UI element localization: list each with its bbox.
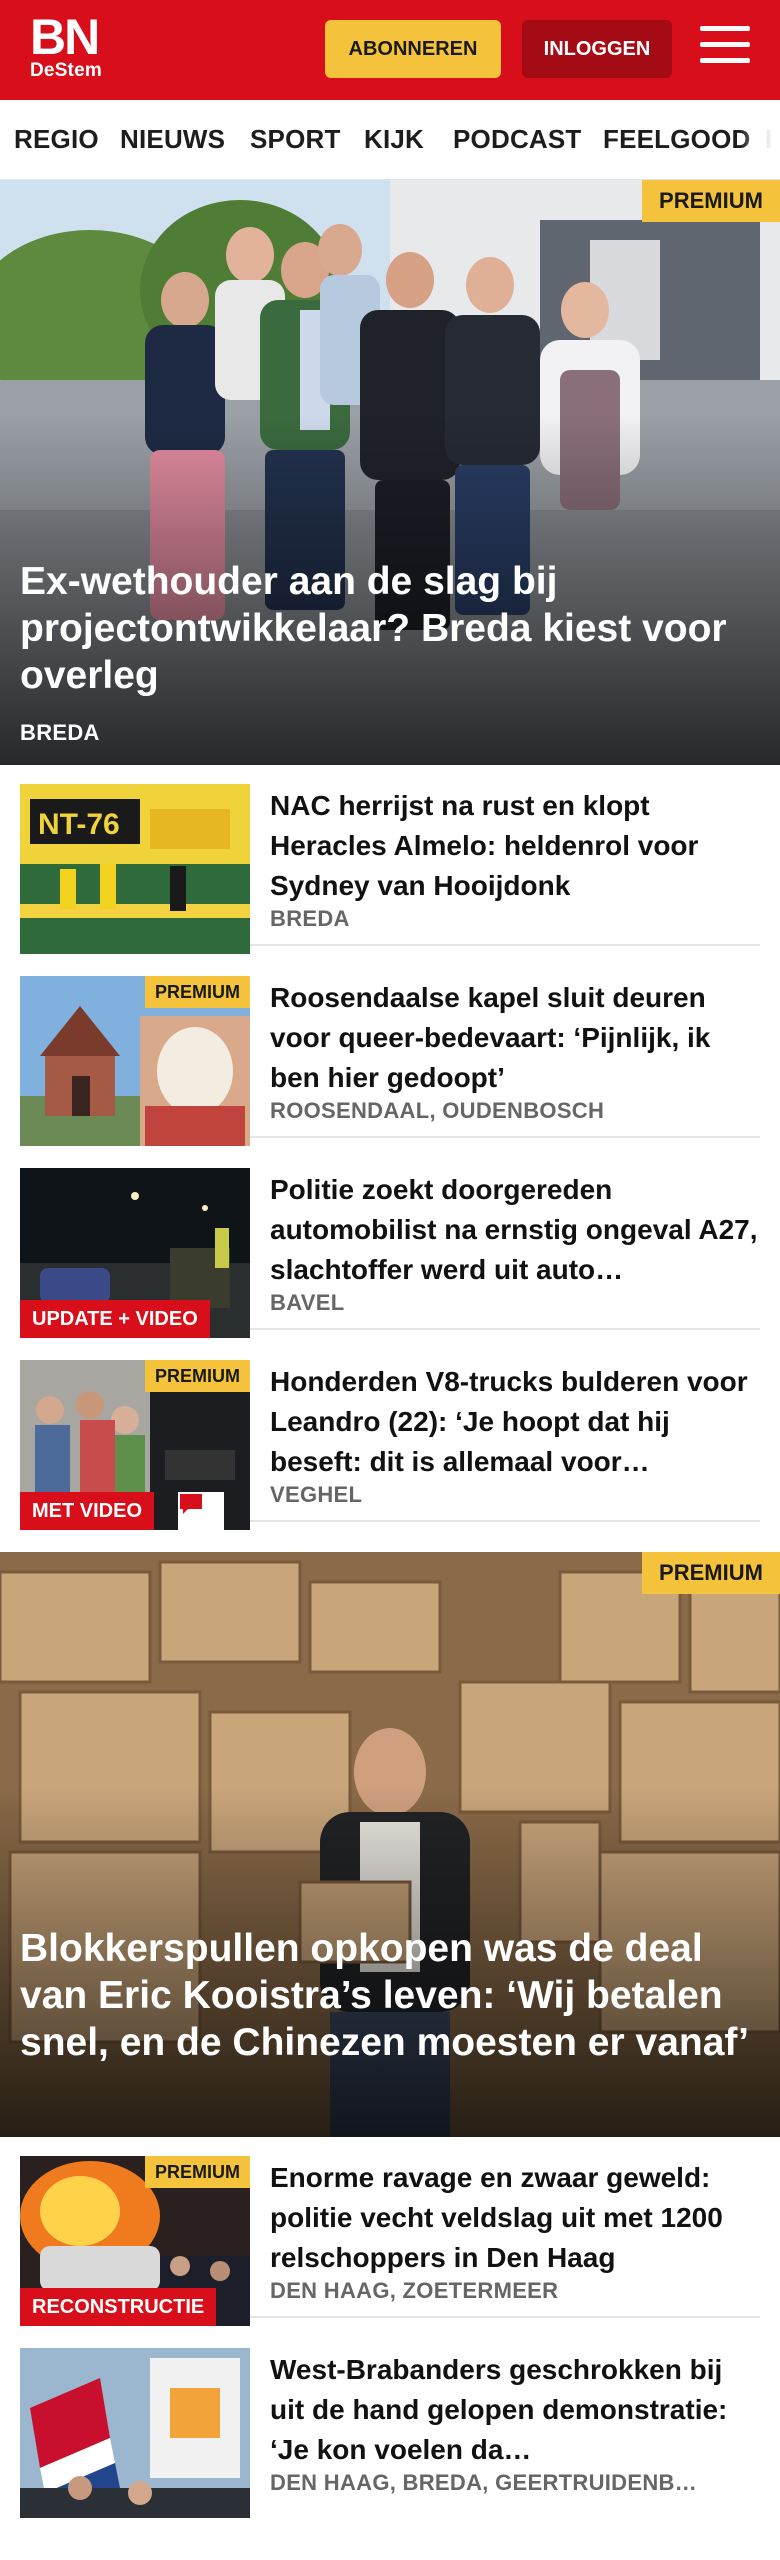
premium-badge: PREMIUM — [642, 180, 780, 222]
article-title[interactable]: Politie zoekt doorgereden automobilist n… — [270, 1170, 760, 1290]
hero-title[interactable]: Blokkerspullen opkopen was de deal van E… — [20, 1925, 756, 2066]
article-title[interactable]: Honderden V8-trucks bulderen voor Leandr… — [270, 1362, 760, 1482]
football-image: NT-76 — [20, 784, 250, 954]
list-item[interactable]: NT-76 NAC herrijst na rust en klopt Hera… — [20, 770, 760, 954]
login-button[interactable]: INLOGGEN — [522, 20, 672, 78]
hero-location: BREDA — [20, 720, 100, 745]
svg-text:NT-76: NT-76 — [38, 808, 120, 841]
article-title[interactable]: NAC herrijst na rust en klopt Heracles A… — [270, 786, 760, 906]
nav-fade — [740, 100, 780, 179]
hero-article-1[interactable]: PREMIUM Ex-wethouder aan de slag bij pro… — [0, 180, 780, 765]
article-thumbnail — [20, 2348, 250, 2518]
article-title[interactable]: Enorme ravage en zwaar geweld: politie v… — [270, 2158, 760, 2278]
section-nav: REGIO NIEUWS SPORT KIJK PODCAST FEELGOOD… — [0, 100, 780, 180]
article-title[interactable]: West-Brabanders geschrokken bij uit de h… — [270, 2350, 760, 2470]
article-location: DEN HAAG, BREDA, GEERTRUIDENB… — [270, 2470, 698, 2495]
reconstruction-label: RECONSTRUCTIE — [20, 2288, 217, 2326]
nav-item-feelgood[interactable]: FEELGOOD — [603, 124, 751, 155]
comment-icon — [178, 1492, 224, 1530]
logo-sub: DeStem — [30, 60, 102, 81]
video-label: UPDATE + VIDEO — [20, 1300, 210, 1338]
article-thumbnail: UPDATE + VIDEO — [20, 1168, 250, 1338]
list-item[interactable]: UPDATE + VIDEO Politie zoekt doorgereden… — [20, 1154, 760, 1338]
premium-badge: PREMIUM — [145, 2156, 250, 2188]
list-item[interactable]: PREMIUM MET VIDEO Honderden V8-trucks bu… — [20, 1346, 760, 1530]
article-title[interactable]: Roosendaalse kapel sluit deuren voor que… — [270, 978, 760, 1098]
list-item[interactable]: West-Brabanders geschrokken bij uit de h… — [20, 2334, 760, 2518]
article-location: BREDA — [270, 906, 350, 931]
subscribe-button[interactable]: ABONNEREN — [325, 20, 501, 78]
article-thumbnail: PREMIUM — [20, 976, 250, 1146]
nav-item-regio[interactable]: REGIO — [14, 124, 99, 155]
premium-badge: PREMIUM — [145, 976, 250, 1008]
article-thumbnail: NT-76 — [20, 784, 250, 954]
article-location: BAVEL — [270, 1290, 345, 1315]
nav-item-kijk[interactable]: KIJK — [364, 124, 424, 155]
logo-main: BN — [30, 9, 100, 65]
nav-item-sport[interactable]: SPORT — [250, 124, 341, 155]
top-bar: BN DeStem ABONNEREN INLOGGEN — [0, 0, 780, 100]
article-location: VEGHEL — [270, 1482, 363, 1507]
article-thumbnail: PREMIUM MET VIDEO — [20, 1360, 250, 1530]
video-label: MET VIDEO — [20, 1492, 155, 1530]
hero-title[interactable]: Ex-wethouder aan de slag bij projectontw… — [20, 558, 756, 699]
article-location: DEN HAAG, ZOETERMEER — [270, 2278, 559, 2303]
hero-article-2[interactable]: PREMIUM Blokkerspullen opkopen was de de… — [0, 1552, 780, 2137]
list-item[interactable]: PREMIUM RECONSTRUCTIE Enorme ravage en z… — [20, 2142, 760, 2326]
nav-item-podcast[interactable]: PODCAST — [453, 124, 582, 155]
list-item[interactable]: PREMIUM Roosendaalse kapel sluit deuren … — [20, 962, 760, 1146]
article-thumbnail: PREMIUM RECONSTRUCTIE — [20, 2156, 250, 2326]
demonstration-image — [20, 2348, 250, 2518]
premium-badge: PREMIUM — [145, 1360, 250, 1392]
site-logo[interactable]: BN DeStem — [30, 9, 130, 82]
nav-item-nieuws[interactable]: NIEUWS — [120, 124, 225, 155]
premium-badge: PREMIUM — [642, 1552, 780, 1594]
article-location: ROOSENDAAL, OUDENBOSCH — [270, 1098, 605, 1123]
menu-icon[interactable] — [700, 26, 750, 70]
